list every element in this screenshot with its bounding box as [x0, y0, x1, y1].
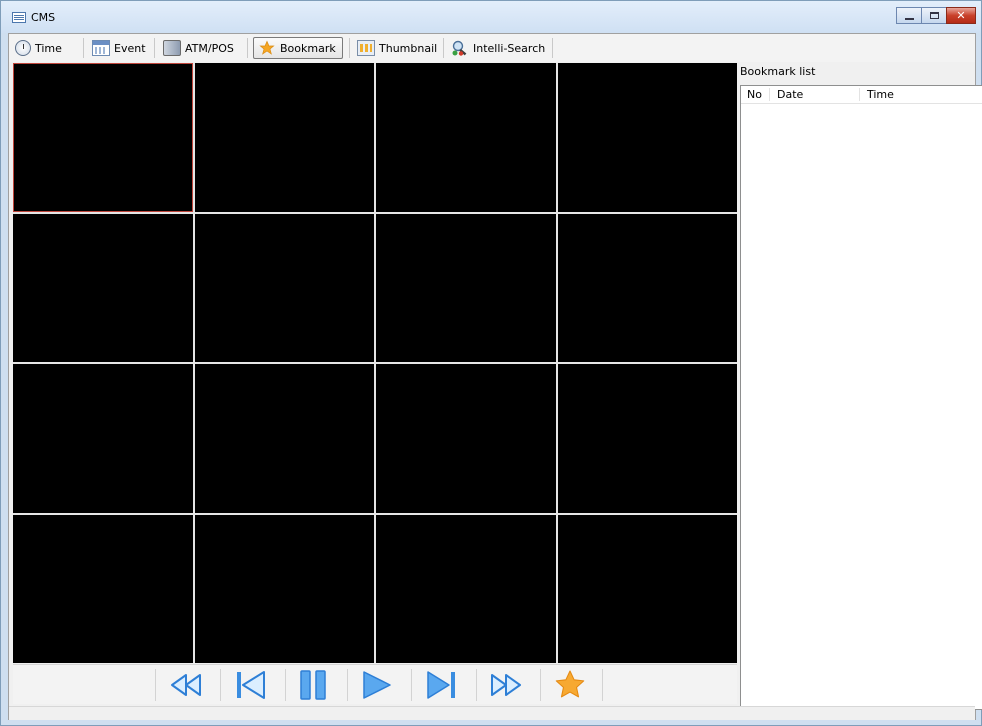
- fast-rewind-button[interactable]: [166, 669, 206, 701]
- tab-time-label: Time: [35, 41, 62, 55]
- tab-atm-pos-label: ATM/POS: [185, 41, 234, 55]
- tab-bookmark-label: Bookmark: [280, 41, 336, 55]
- tab-atm-pos[interactable]: ATM/POS: [159, 37, 238, 59]
- column-header-time[interactable]: Time: [867, 88, 894, 101]
- video-tile[interactable]: [194, 63, 374, 212]
- tab-event-label: Event: [114, 41, 146, 55]
- toolbar-divider: [154, 38, 155, 58]
- video-tile[interactable]: [13, 213, 193, 362]
- tab-event[interactable]: Event: [88, 37, 150, 59]
- column-header-no[interactable]: No: [747, 88, 762, 101]
- playback-bar: [13, 664, 737, 704]
- playback-divider: [285, 669, 286, 701]
- tab-thumbnail-label: Thumbnail: [379, 41, 438, 55]
- bookmark-list[interactable]: No Date Time: [740, 85, 982, 710]
- pause-icon: [300, 670, 326, 700]
- video-tile[interactable]: [557, 213, 737, 362]
- status-bar: [9, 706, 975, 720]
- toolbar-divider: [443, 38, 444, 58]
- close-icon: ✕: [956, 9, 966, 22]
- video-tile[interactable]: [194, 514, 374, 663]
- play-icon: [363, 671, 391, 699]
- next-frame-button[interactable]: [422, 669, 462, 701]
- toolbar-divider: [349, 38, 350, 58]
- thumbnail-icon: [357, 40, 375, 56]
- client-area: Time Event ATM/POS Bookmark Thumbnail In…: [8, 33, 982, 720]
- star-icon: [258, 40, 276, 56]
- close-button[interactable]: ✕: [946, 7, 976, 24]
- atm-icon: [163, 40, 181, 56]
- skip-back-icon: [237, 671, 265, 699]
- video-tile[interactable]: [13, 364, 193, 513]
- add-bookmark-button[interactable]: [550, 669, 590, 701]
- fast-forward-button[interactable]: [486, 669, 526, 701]
- tab-intelli-search[interactable]: Intelli-Search: [447, 37, 549, 59]
- fast-forward-icon: [491, 674, 521, 696]
- video-tile[interactable]: [376, 213, 556, 362]
- playback-divider: [602, 669, 603, 701]
- playback-divider: [220, 669, 221, 701]
- playback-divider: [155, 669, 156, 701]
- window-title: CMS: [31, 11, 56, 24]
- playback-divider: [540, 669, 541, 701]
- tab-intelli-search-label: Intelli-Search: [473, 41, 546, 55]
- title-bar[interactable]: CMS ✕: [1, 1, 981, 33]
- column-divider[interactable]: [769, 88, 770, 101]
- video-tile[interactable]: [194, 213, 374, 362]
- video-tile[interactable]: [13, 63, 193, 212]
- column-header-date[interactable]: Date: [777, 88, 803, 101]
- fast-rewind-icon: [171, 674, 201, 696]
- tab-bookmark[interactable]: Bookmark: [253, 37, 343, 59]
- video-grid: [13, 63, 737, 663]
- tab-time[interactable]: Time: [11, 37, 66, 59]
- toolbar-divider: [83, 38, 84, 58]
- bookmark-list-title: Bookmark list: [740, 65, 816, 78]
- video-tile[interactable]: [194, 364, 374, 513]
- star-icon: [555, 670, 585, 698]
- maximize-button[interactable]: [921, 7, 947, 24]
- tab-thumbnail[interactable]: Thumbnail: [353, 37, 441, 59]
- calendar-icon: [92, 40, 110, 56]
- playback-divider: [411, 669, 412, 701]
- minimize-button[interactable]: [896, 7, 922, 24]
- application-window: CMS ✕ Time Event ATM/POS Bookmark Thumbn…: [0, 0, 982, 726]
- video-tile[interactable]: [13, 514, 193, 663]
- app-icon: [12, 12, 26, 23]
- bookmark-list-header: No Date Time: [741, 86, 982, 104]
- play-button[interactable]: [356, 669, 396, 701]
- pause-button[interactable]: [293, 669, 333, 701]
- window-controls: ✕: [896, 7, 976, 25]
- video-tile[interactable]: [557, 514, 737, 663]
- playback-divider: [476, 669, 477, 701]
- skip-forward-icon: [427, 671, 455, 699]
- video-tile[interactable]: [557, 364, 737, 513]
- clock-icon: [15, 40, 31, 56]
- video-tile[interactable]: [376, 514, 556, 663]
- previous-frame-button[interactable]: [230, 669, 270, 701]
- toolbar-divider: [247, 38, 248, 58]
- video-tile[interactable]: [557, 63, 737, 212]
- column-divider[interactable]: [859, 88, 860, 101]
- toolbar: Time Event ATM/POS Bookmark Thumbnail In…: [9, 34, 975, 62]
- video-tile[interactable]: [376, 364, 556, 513]
- video-tile[interactable]: [376, 63, 556, 212]
- playback-divider: [347, 669, 348, 701]
- search-people-icon: [451, 40, 469, 56]
- toolbar-divider: [552, 38, 553, 58]
